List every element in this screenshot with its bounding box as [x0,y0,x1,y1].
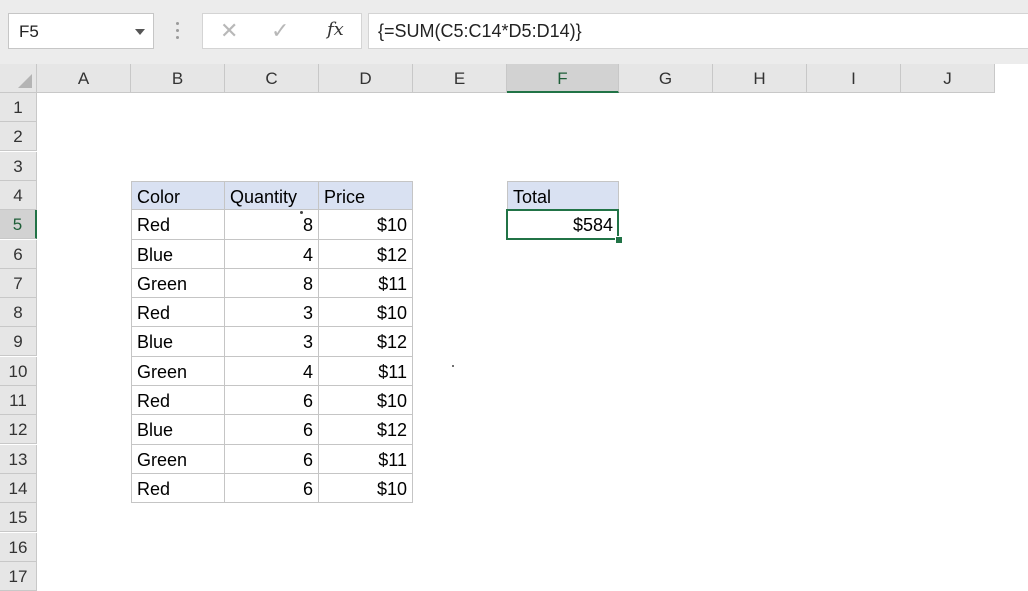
column-header-j[interactable]: J [901,64,995,93]
table-cell-quantity[interactable]: 6 [225,415,319,445]
column-header-i[interactable]: I [807,64,901,93]
table-cell-color[interactable]: Blue [131,327,225,357]
table-cell-price[interactable]: $11 [319,357,413,386]
formula-buttons: ✕ ✓ fx [202,13,362,49]
table-cell-color[interactable]: Green [131,445,225,474]
table-cell-quantity[interactable]: 6 [225,386,319,415]
table-cell-color[interactable]: Blue [131,240,225,269]
row-header-9[interactable]: 9 [0,327,37,356]
row-header-3[interactable]: 3 [0,152,37,181]
column-header-h[interactable]: H [713,64,807,93]
vertical-dots-icon[interactable] [176,22,180,42]
column-header-g[interactable]: G [619,64,713,93]
table-cell-price[interactable]: $11 [319,445,413,474]
table-cell-price[interactable]: $10 [319,298,413,327]
table-cell-quantity[interactable]: 6 [225,474,319,503]
table-cell-quantity[interactable]: 4 [225,357,319,386]
name-box-value[interactable]: F5 [19,22,39,42]
row-header-13[interactable]: 13 [0,445,37,474]
table-cell-color[interactable]: Red [131,386,225,415]
table-cell-color[interactable]: Red [131,474,225,503]
row-header-1[interactable]: 1 [0,93,37,122]
column-header-f[interactable]: F [507,64,619,93]
table-cell-color[interactable]: Blue [131,415,225,445]
check-icon[interactable]: ✓ [271,17,289,45]
table-cell-quantity[interactable]: 4 [225,240,319,269]
table-cell-color[interactable]: Green [131,357,225,386]
name-box[interactable]: F5 [8,13,154,49]
table-cell-color[interactable]: Green [131,269,225,298]
row-header-6[interactable]: 6 [0,240,37,269]
table-cell-price[interactable]: $12 [319,240,413,269]
select-all-triangle-icon [18,74,32,88]
close-icon[interactable]: ✕ [220,17,238,45]
select-all-button[interactable] [0,64,37,93]
table-cell-price[interactable]: $11 [319,269,413,298]
row-header-7[interactable]: 7 [0,269,37,298]
column-header-d[interactable]: D [319,64,413,93]
spreadsheet-grid: ABCDEFGHIJ 1 2 3 4 5 6 7 8 9 10 11 12 13 14 15 16 17 Col… [0,64,1028,591]
column-header-e[interactable]: E [413,64,507,93]
row-header-14[interactable]: 14 [0,474,37,503]
chevron-down-icon[interactable] [135,29,145,35]
table-cell-quantity[interactable]: 3 [225,298,319,327]
table-cell-price[interactable]: $10 [319,210,413,240]
table-header-color[interactable]: Color [131,181,225,210]
table-cell-color[interactable]: Red [131,210,225,240]
column-header-c[interactable]: C [225,64,319,93]
table-cell-color[interactable]: Red [131,298,225,327]
table-cell-price[interactable]: $12 [319,415,413,445]
fx-icon[interactable]: fx [327,19,344,40]
active-cell-border [506,209,619,240]
row-header-4[interactable]: 4 [0,181,37,210]
total-label[interactable]: Total [507,181,619,210]
stray-dot [452,365,454,367]
formula-text[interactable]: {=SUM(C5:C14*D5:D14)} [378,21,582,42]
table-cell-quantity[interactable]: 8 [225,269,319,298]
column-header-a[interactable]: A [37,64,131,93]
row-header-10[interactable]: 10 [0,357,37,386]
formula-input[interactable]: {=SUM(C5:C14*D5:D14)} [368,13,1028,49]
row-header-12[interactable]: 12 [0,415,37,444]
row-header-8[interactable]: 8 [0,298,37,327]
row-header-16[interactable]: 16 [0,533,37,562]
table-cell-price[interactable]: $12 [319,327,413,357]
column-header-b[interactable]: B [131,64,225,93]
stray-dot [300,211,303,214]
table-cell-quantity[interactable]: 6 [225,445,319,474]
table-cell-quantity[interactable]: 8 [225,210,319,240]
row-header-2[interactable]: 2 [0,122,37,151]
cell-area[interactable]: Color Quantity Price Red 8 $10 Blue 4 $12 Green 8 $… [37,93,1028,587]
table-cell-price[interactable]: $10 [319,474,413,503]
formula-bar-area: F5 ✕ ✓ fx {=SUM(C5:C14*D5:D14)} [0,0,1028,64]
table-header-price[interactable]: Price [319,181,413,210]
table-cell-price[interactable]: $10 [319,386,413,415]
fill-handle[interactable] [615,236,623,244]
row-header-11[interactable]: 11 [0,386,37,415]
row-header-15[interactable]: 15 [0,503,37,532]
table-cell-quantity[interactable]: 3 [225,327,319,357]
row-header-5[interactable]: 5 [0,210,37,239]
table-header-quantity[interactable]: Quantity [225,181,319,210]
